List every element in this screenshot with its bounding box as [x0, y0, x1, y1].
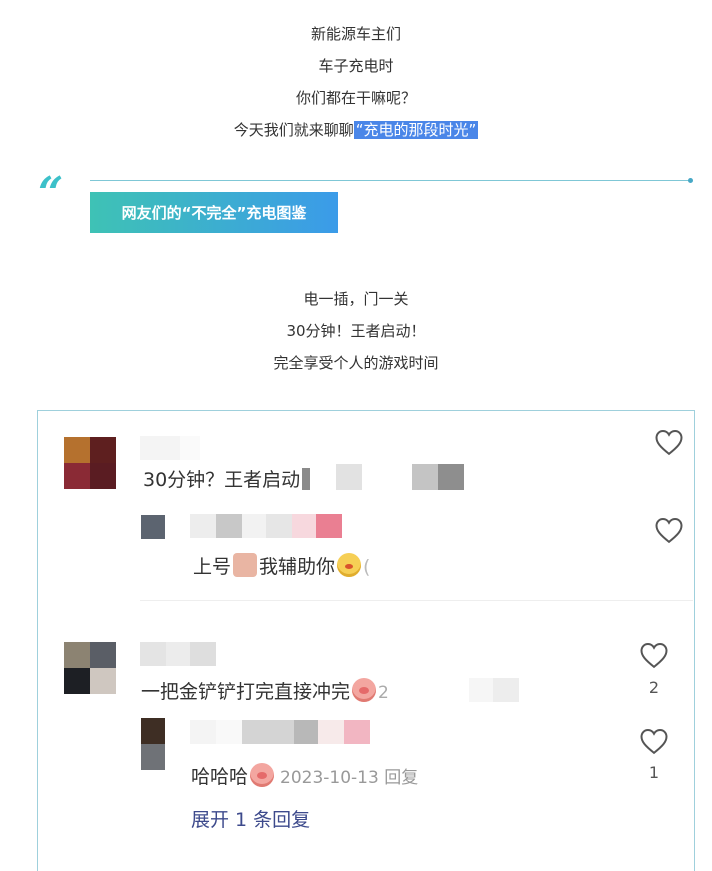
comment-text: 30分钟？王者启动: [143, 464, 465, 492]
reply-trail: (: [363, 556, 371, 578]
face-emoji-icon: [233, 553, 258, 577]
sub-intro-line-1: 电一插，门一关: [303, 290, 409, 308]
intro-line-1: 新能源车主们: [310, 25, 401, 43]
expand-replies-link[interactable]: 展开 1 条回复: [191, 805, 310, 832]
highlighted-phrase: “充电的那段时光”: [353, 121, 479, 139]
pig-emoji-icon: [352, 678, 377, 702]
reply-meta[interactable]: 2023-10-13 回复: [280, 768, 418, 788]
reply-username-blurred[interactable]: [190, 514, 342, 538]
reply-text: 上号 我辅助你 (: [193, 552, 370, 579]
comment-separator: [140, 600, 693, 601]
comment-text-content: 一把金铲铲打完直接冲完: [141, 681, 351, 703]
reply-text-b: 我辅助你: [259, 556, 336, 578]
avatar[interactable]: [64, 437, 116, 489]
comment-trail: 2: [378, 683, 389, 703]
reply-text-a: 上号: [193, 556, 232, 578]
like-count: 1: [648, 763, 660, 782]
avatar[interactable]: [64, 642, 116, 694]
reply-avatar[interactable]: [141, 515, 165, 539]
sub-intro-line-3: 完全享受个人的游戏时间: [273, 354, 439, 372]
intro-line-4: 今天我们就来聊聊 “充电的那段时光”: [0, 119, 712, 140]
reply-text-content: 哈哈哈: [191, 766, 249, 788]
like-heart-icon[interactable]: [639, 727, 669, 755]
comment-text: 一把金铲铲打完直接冲完 2: [141, 677, 519, 704]
intro-line-2: 车子充电时: [318, 57, 394, 75]
like-heart-icon[interactable]: [639, 641, 669, 669]
chick-emoji-icon: [337, 553, 362, 577]
username-blurred[interactable]: [140, 436, 200, 460]
intro-line-3: 你们都在干嘛呢？: [295, 89, 416, 107]
section-divider: [90, 180, 690, 181]
reply-username-blurred[interactable]: [190, 720, 370, 744]
divider-dot: [688, 178, 693, 183]
intro-line-4-prefix: 今天我们就来聊聊: [233, 121, 354, 139]
username-blurred[interactable]: [140, 642, 216, 666]
comment-text-content: 30分钟？王者启动: [143, 469, 301, 491]
sub-intro-line-2: 30分钟！王者启动！: [286, 322, 426, 340]
like-heart-icon[interactable]: [654, 516, 684, 544]
reply-avatar[interactable]: [141, 718, 165, 770]
like-heart-icon[interactable]: [654, 428, 684, 456]
pig-emoji-icon: [250, 763, 275, 787]
quote-icon: “: [38, 168, 64, 219]
section-title: 网友们的“不完全”充电图鉴: [90, 192, 338, 233]
like-count: 2: [648, 678, 660, 697]
reply-text: 哈哈哈 2023-10-13 回复: [191, 762, 418, 789]
